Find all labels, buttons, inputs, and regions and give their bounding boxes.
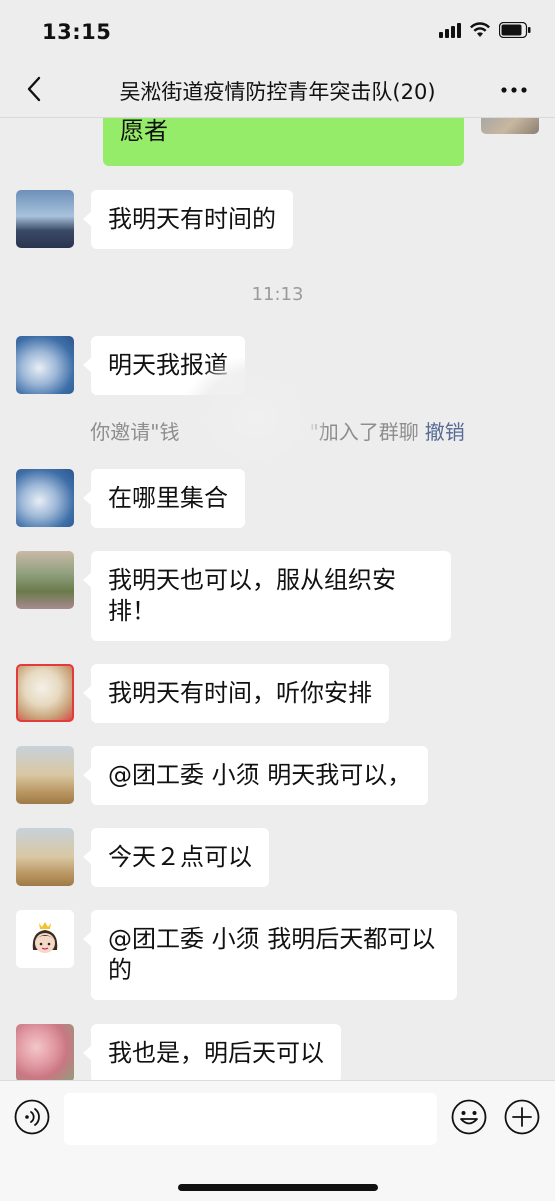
own-message-bubble[interactable]: 愿者 <box>103 118 464 166</box>
avatar[interactable] <box>16 1024 74 1080</box>
message-bubble[interactable]: 我也是，明后天可以 <box>83 1024 341 1080</box>
status-time: 13:15 <box>42 20 112 44</box>
message-bubble[interactable]: @团工委 小须 我明后天都可以的 <box>83 910 457 1000</box>
input-bar <box>0 1080 555 1201</box>
chat-area[interactable]: 愿者 我明天有时间的 11:13 明天我报道 你邀请"钱 "加入了群聊 撤销 在哪里… <box>0 118 555 1080</box>
voice-button[interactable] <box>14 1099 50 1135</box>
message-row: 我也是，明后天可以 <box>16 1024 341 1080</box>
chat-title: 吴淞街道疫情防控青年突击队(20) <box>119 80 436 104</box>
message-input[interactable] <box>64 1093 437 1145</box>
message-row: 我明天也可以，服从组织安排！ <box>16 551 451 641</box>
emoji-icon <box>451 1099 487 1135</box>
avatar[interactable] <box>16 828 74 886</box>
message-row: 在哪里集合 <box>16 469 245 528</box>
message-bubble[interactable]: 我明天也可以，服从组织安排！ <box>83 551 451 641</box>
status-bar: 13:15 <box>0 0 555 62</box>
avatar[interactable] <box>16 910 74 968</box>
wifi-icon <box>469 22 491 38</box>
message-row: 今天２点可以 <box>16 828 269 887</box>
home-indicator <box>178 1184 378 1191</box>
avatar[interactable] <box>16 746 74 804</box>
plus-button[interactable] <box>504 1099 540 1135</box>
avatar[interactable] <box>16 336 74 394</box>
system-notice-suffix: "加入了群聊 <box>309 420 419 444</box>
plus-icon <box>504 1099 540 1135</box>
nav-bar: 吴淞街道疫情防控青年突击队(20) <box>0 62 555 118</box>
battery-icon <box>499 22 531 38</box>
chevron-left-icon <box>27 76 41 102</box>
revoke-link[interactable]: 撤销 <box>425 420 465 444</box>
message-row: @团工委 小须 我明后天都可以的 <box>16 910 457 1000</box>
avatar[interactable] <box>16 469 74 527</box>
signal-icon <box>439 22 461 38</box>
avatar[interactable] <box>16 551 74 609</box>
back-button[interactable] <box>20 74 50 104</box>
more-dots-icon <box>501 87 527 93</box>
message-row: 我明天有时间的 <box>16 190 293 249</box>
message-bubble[interactable]: 我明天有时间的 <box>83 190 293 249</box>
own-avatar[interactable] <box>481 118 539 134</box>
message-bubble[interactable]: 在哪里集合 <box>83 469 245 528</box>
message-bubble[interactable]: 我明天有时间，听你安排 <box>83 664 389 723</box>
voice-icon <box>14 1099 50 1135</box>
system-notice-prefix: 你邀请"钱 <box>90 420 180 444</box>
system-notice: 你邀请"钱 "加入了群聊 撤销 <box>0 416 555 445</box>
message-row: @团工委 小须 明天我可以， <box>16 746 429 805</box>
cartoon-girl-icon <box>32 922 58 953</box>
status-icons <box>439 22 531 38</box>
message-bubble[interactable]: 明天我报道 <box>83 336 245 395</box>
more-button[interactable] <box>499 76 529 104</box>
message-bubble[interactable]: 今天２点可以 <box>83 828 269 887</box>
avatar[interactable] <box>16 664 74 722</box>
message-row: 我明天有时间，听你安排 <box>16 664 389 723</box>
message-row: 明天我报道 <box>16 336 245 395</box>
message-bubble[interactable]: @团工委 小须 明天我可以， <box>82 746 429 805</box>
chat-timestamp: 11:13 <box>251 284 304 305</box>
avatar[interactable] <box>16 190 74 248</box>
emoji-button[interactable] <box>451 1099 487 1135</box>
